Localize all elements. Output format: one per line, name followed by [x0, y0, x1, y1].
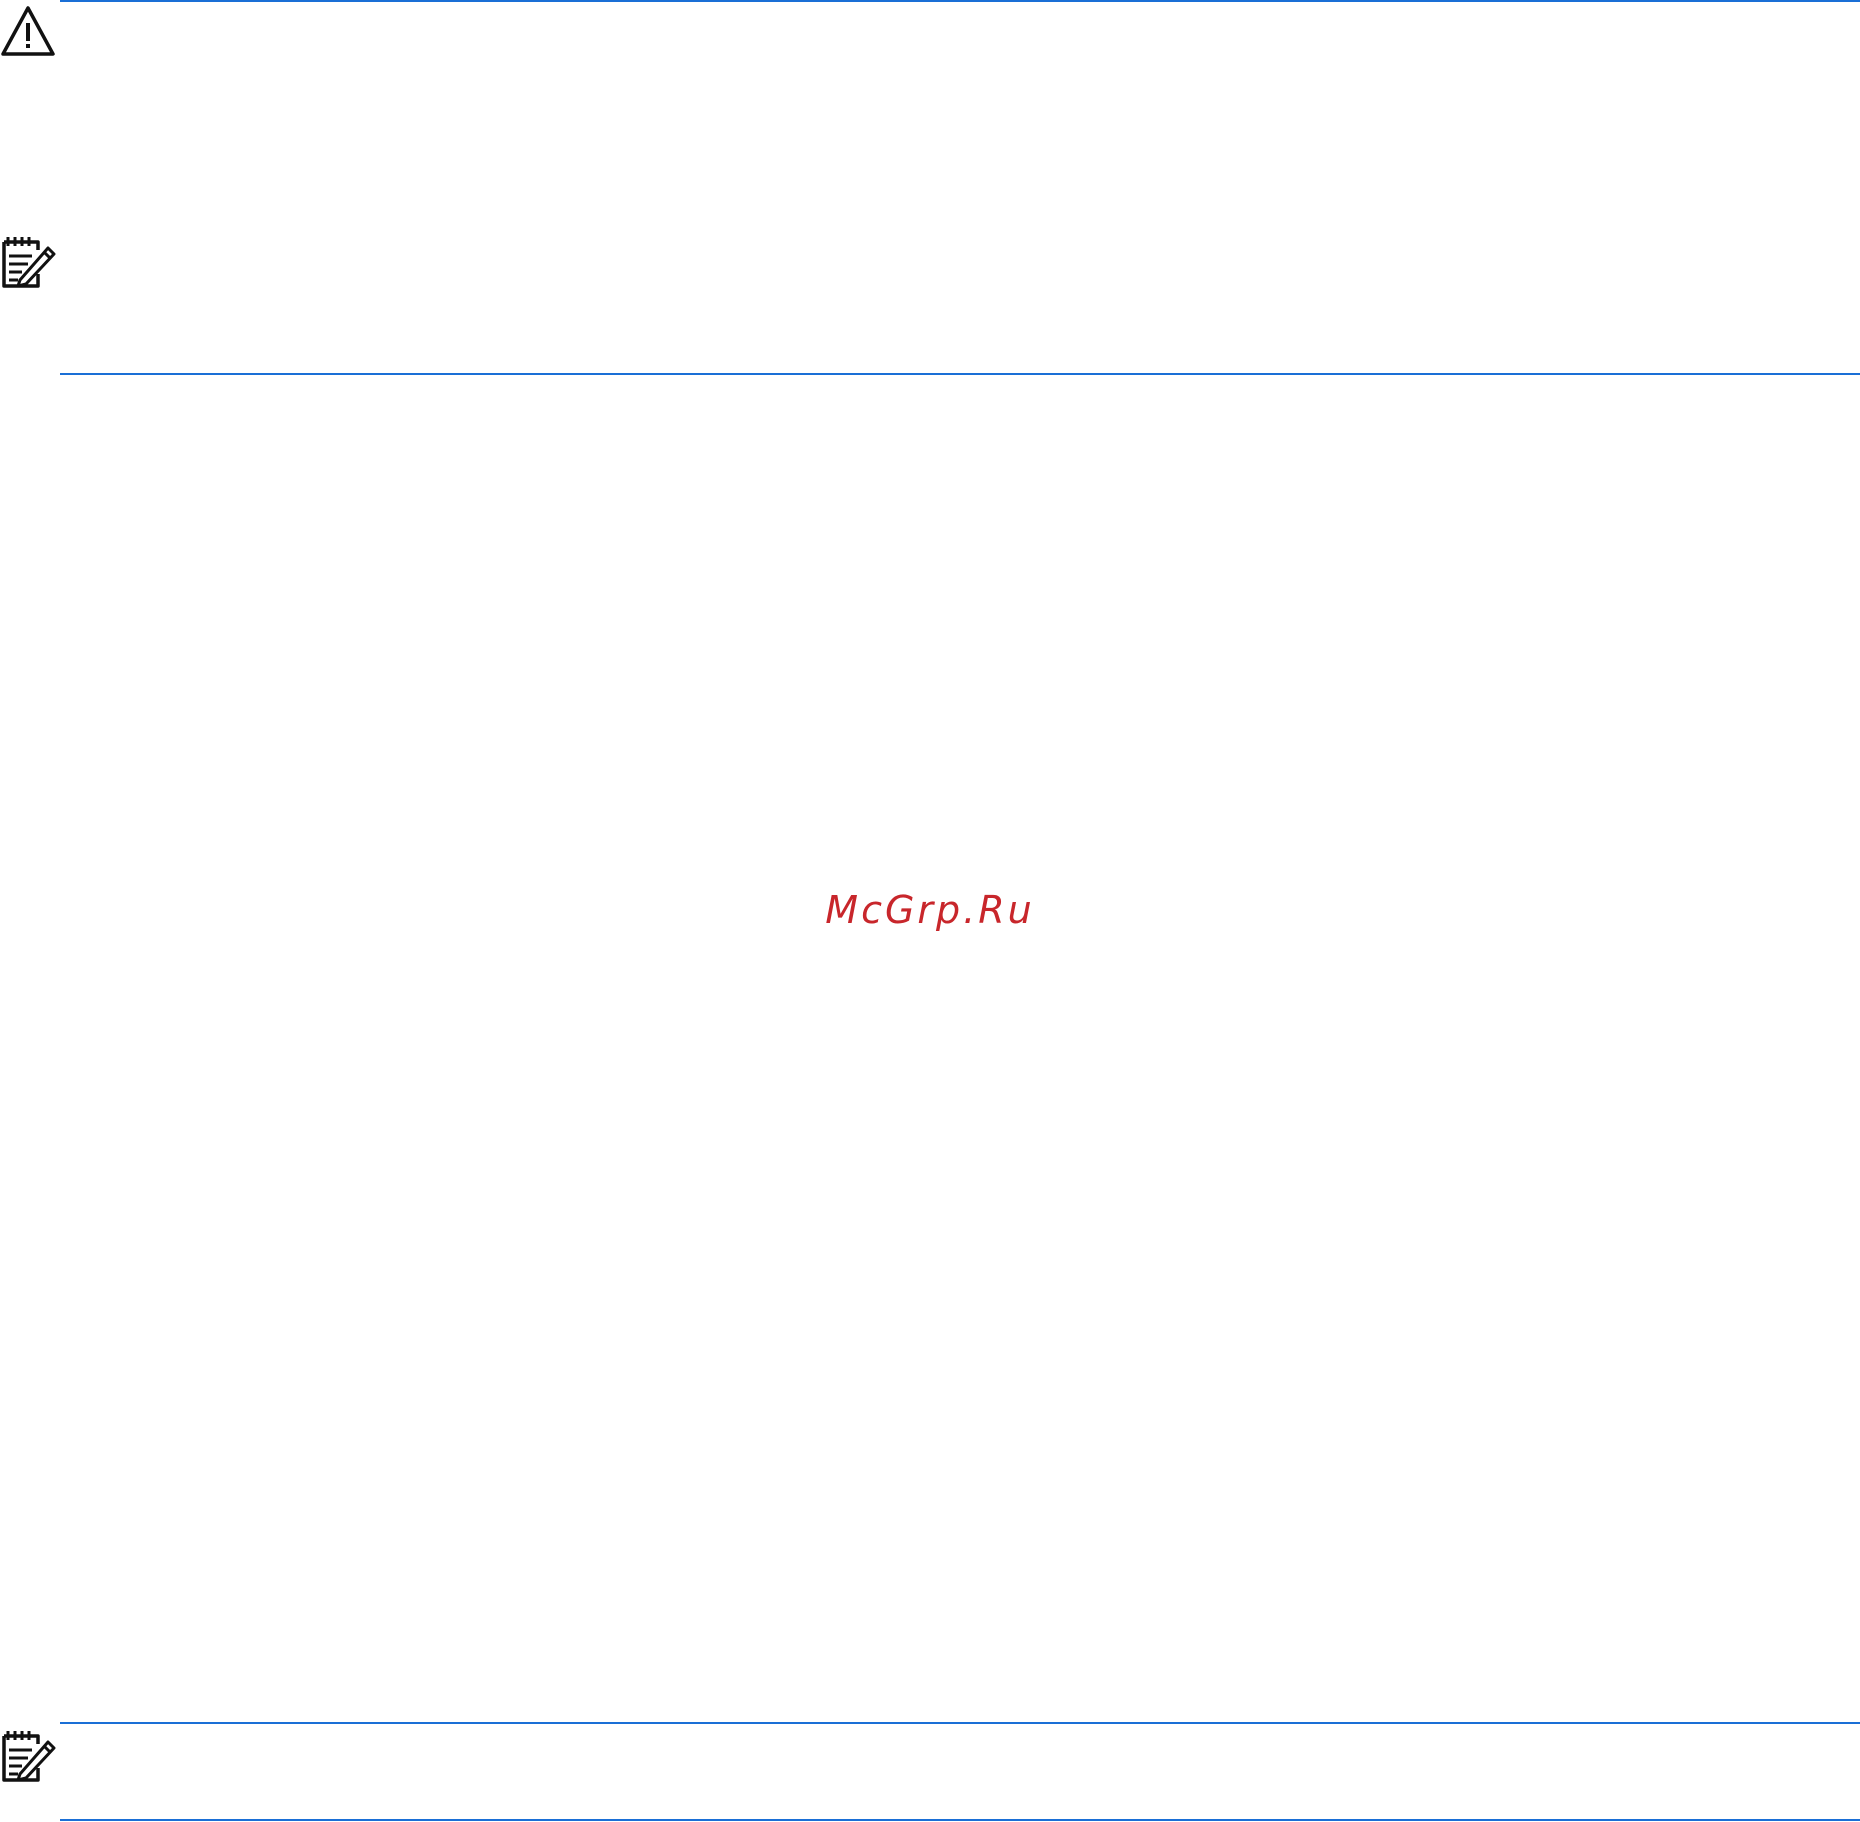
note-bottom-rule: [60, 373, 1860, 375]
note2-bottom-rule: [60, 1819, 1860, 1821]
warning-icon: [1, 6, 55, 56]
note2-top-rule: [60, 1722, 1860, 1724]
note-icon: [2, 1731, 56, 1782]
warning-top-rule: [60, 0, 1860, 2]
note-icon: [2, 237, 56, 288]
watermark-text: McGrp.Ru: [825, 888, 1035, 932]
